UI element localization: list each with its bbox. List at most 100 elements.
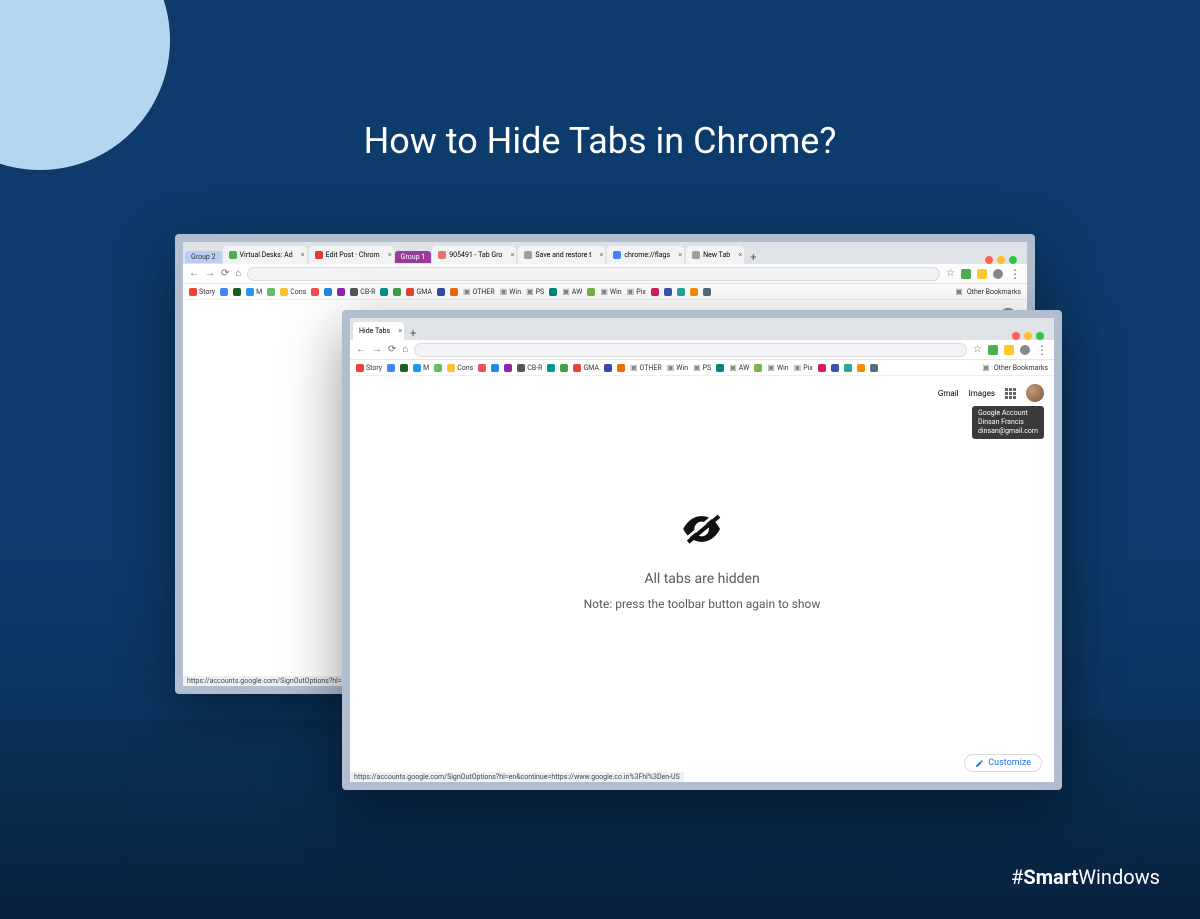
bookmark-item[interactable]: ▣Pix — [627, 287, 646, 296]
minimize-window-button[interactable] — [997, 256, 1005, 264]
extension-icon[interactable] — [1004, 345, 1014, 355]
customize-button[interactable]: Customize — [964, 754, 1042, 772]
tab-group-purple[interactable]: Group 1 — [395, 251, 432, 263]
close-tab-icon[interactable]: × — [511, 251, 515, 259]
extension-icon[interactable] — [988, 345, 998, 355]
extension-icon[interactable] — [977, 269, 987, 279]
bookmark-item[interactable] — [504, 364, 512, 372]
bookmark-item[interactable] — [690, 288, 698, 296]
tab[interactable]: 905491 - Tab Gro× — [432, 246, 516, 264]
omnibox[interactable] — [247, 267, 940, 281]
minimize-window-button[interactable] — [1024, 332, 1032, 340]
bookmark-item[interactable]: ▣AW — [729, 363, 749, 372]
bookmark-item[interactable]: Story — [189, 288, 215, 296]
extension-icon[interactable] — [961, 269, 971, 279]
bookmark-item[interactable] — [337, 288, 345, 296]
new-tab-button[interactable]: + — [405, 327, 421, 340]
tab[interactable]: Edit Post · Chrom× — [309, 246, 394, 264]
forward-button[interactable]: → — [372, 344, 382, 355]
bookmark-item[interactable] — [450, 288, 458, 296]
gmail-link[interactable]: Gmail — [938, 389, 959, 398]
bookmark-item[interactable]: M — [413, 364, 429, 372]
bookmark-item[interactable] — [393, 288, 401, 296]
home-button[interactable]: ⌂ — [235, 268, 241, 279]
bookmark-item[interactable]: CB-R — [350, 288, 375, 296]
bookmark-item[interactable] — [434, 364, 442, 372]
new-tab-button[interactable]: + — [745, 251, 761, 264]
bookmark-item[interactable]: ▣Win — [767, 363, 788, 372]
tab[interactable]: Save and restore t× — [518, 246, 605, 264]
bookmark-item[interactable] — [844, 364, 852, 372]
bookmark-item[interactable] — [478, 364, 486, 372]
bookmark-item[interactable] — [560, 364, 568, 372]
bookmark-item[interactable]: ▣Win — [667, 363, 688, 372]
other-bookmarks[interactable]: Other Bookmarks — [967, 288, 1021, 296]
avatar[interactable] — [1026, 384, 1044, 402]
bookmark-item[interactable]: CB-R — [517, 364, 542, 372]
profile-icon[interactable] — [1020, 345, 1030, 355]
bookmark-item[interactable] — [380, 288, 388, 296]
bookmark-item[interactable] — [549, 288, 557, 296]
tab[interactable]: Hide Tabs × — [353, 322, 404, 340]
bookmark-item[interactable]: ▣AW — [562, 287, 582, 296]
bookmark-item[interactable] — [491, 364, 499, 372]
home-button[interactable]: ⌂ — [402, 344, 408, 355]
bookmark-item[interactable] — [311, 288, 319, 296]
kebab-menu-icon[interactable]: ⋮ — [1009, 267, 1021, 281]
bookmark-item[interactable] — [324, 288, 332, 296]
bookmark-item[interactable]: ▣PS — [693, 363, 711, 372]
reload-button[interactable]: ⟳ — [388, 344, 396, 355]
reload-button[interactable]: ⟳ — [221, 268, 229, 279]
close-tab-icon[interactable]: × — [738, 251, 742, 259]
bookmark-item[interactable] — [703, 288, 711, 296]
close-tab-icon[interactable]: × — [678, 251, 682, 259]
bookmark-item[interactable]: M — [246, 288, 262, 296]
bookmark-item[interactable] — [831, 364, 839, 372]
bookmark-item[interactable] — [400, 364, 408, 372]
bookmark-item[interactable]: ▣Win — [600, 287, 621, 296]
bookmark-item[interactable] — [651, 288, 659, 296]
omnibox[interactable] — [414, 343, 967, 357]
close-tab-icon[interactable]: × — [600, 251, 604, 259]
bookmark-item[interactable]: GMA — [406, 288, 432, 296]
maximize-window-button[interactable] — [1009, 256, 1017, 264]
back-button[interactable]: ← — [356, 344, 366, 355]
kebab-menu-icon[interactable]: ⋮ — [1036, 343, 1048, 357]
star-icon[interactable]: ☆ — [946, 268, 955, 279]
bookmark-item[interactable] — [220, 288, 228, 296]
bookmark-item[interactable] — [387, 364, 395, 372]
bookmark-item[interactable]: ▣OTHER — [463, 287, 495, 296]
bookmark-item[interactable] — [604, 364, 612, 372]
bookmark-item[interactable]: ▣PS — [526, 287, 544, 296]
close-window-button[interactable] — [1012, 332, 1020, 340]
bookmark-item[interactable]: Cons — [447, 364, 473, 372]
tab[interactable]: New Tab× — [686, 246, 744, 264]
tab-group-blue[interactable]: Group 2 — [185, 251, 222, 263]
bookmark-item[interactable]: ▣Win — [500, 287, 521, 296]
star-icon[interactable]: ☆ — [973, 344, 982, 355]
tab[interactable]: chrome://flags× — [607, 246, 684, 264]
bookmark-item[interactable] — [437, 288, 445, 296]
bookmark-item[interactable] — [233, 288, 241, 296]
close-tab-icon[interactable]: × — [388, 251, 392, 259]
bookmark-item[interactable] — [547, 364, 555, 372]
tab[interactable]: Virtual Desks: Ad× — [223, 246, 307, 264]
bookmark-item[interactable] — [754, 364, 762, 372]
bookmark-item[interactable] — [716, 364, 724, 372]
bookmark-item[interactable] — [818, 364, 826, 372]
close-window-button[interactable] — [985, 256, 993, 264]
maximize-window-button[interactable] — [1036, 332, 1044, 340]
forward-button[interactable]: → — [205, 268, 215, 279]
bookmark-item[interactable]: Story — [356, 364, 382, 372]
bookmark-item[interactable] — [617, 364, 625, 372]
bookmark-item[interactable] — [677, 288, 685, 296]
bookmark-item[interactable]: Cons — [280, 288, 306, 296]
bookmark-item[interactable]: GMA — [573, 364, 599, 372]
images-link[interactable]: Images — [969, 389, 995, 398]
bookmark-item[interactable] — [267, 288, 275, 296]
profile-icon[interactable] — [993, 269, 1003, 279]
bookmark-item[interactable]: ▣OTHER — [630, 363, 662, 372]
bookmark-item[interactable] — [664, 288, 672, 296]
back-button[interactable]: ← — [189, 268, 199, 279]
bookmark-item[interactable]: ▣Pix — [794, 363, 813, 372]
